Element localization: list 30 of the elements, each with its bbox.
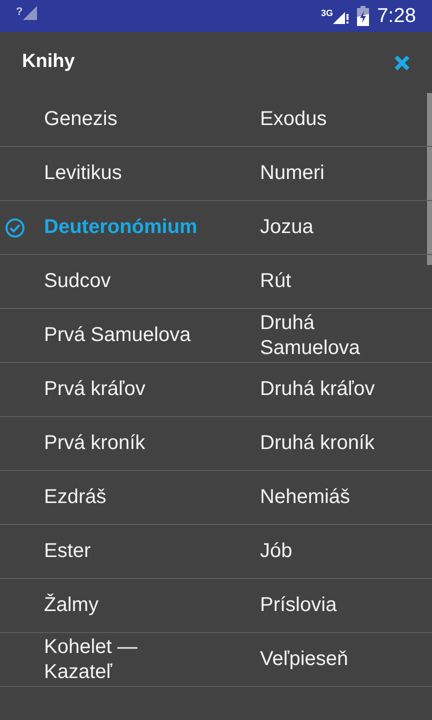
network-label: 3G — [321, 9, 334, 18]
dialog-title: Knihy — [22, 50, 75, 74]
book-item[interactable]: Jozua — [216, 201, 432, 255]
book-item[interactable]: Druhá kráľov — [216, 363, 432, 417]
book-item[interactable]: Ezdráš — [0, 471, 216, 525]
book-item[interactable]: Príslovia — [216, 579, 432, 633]
book-item[interactable]: Nehemiáš — [216, 471, 432, 525]
book-item[interactable]: Numeri — [216, 147, 432, 201]
book-item[interactable]: Druhá kroník — [216, 417, 432, 471]
signal-label: ? — [16, 7, 23, 18]
book-item[interactable]: Veľpieseň — [216, 633, 432, 687]
book-item[interactable]: Prvá kroník — [0, 417, 216, 471]
book-item[interactable]: Genezis — [0, 93, 216, 147]
book-item[interactable]: Deuteronómium — [0, 201, 216, 255]
checkmark-icon — [5, 218, 25, 238]
book-item[interactable]: Levitikus — [0, 147, 216, 201]
book-item[interactable]: Rút — [216, 255, 432, 309]
clock: 7:28 — [377, 6, 416, 26]
book-item[interactable]: Žalmy — [0, 579, 216, 633]
book-item[interactable]: Ester — [0, 525, 216, 579]
book-item[interactable]: Sudcov — [0, 255, 216, 309]
book-item[interactable]: Jób — [216, 525, 432, 579]
book-item[interactable]: Druhá Samuelova — [216, 309, 432, 363]
book-item[interactable]: Kohelet — Kazateľ — [0, 633, 216, 687]
battery-charging-icon — [357, 6, 370, 26]
book-item[interactable]: Prvá kráľov — [0, 363, 216, 417]
close-icon — [394, 54, 410, 70]
book-item[interactable]: Prvá Samuelova — [0, 309, 216, 363]
signal-icon — [22, 6, 37, 20]
book-item[interactable]: Exodus — [216, 93, 432, 147]
